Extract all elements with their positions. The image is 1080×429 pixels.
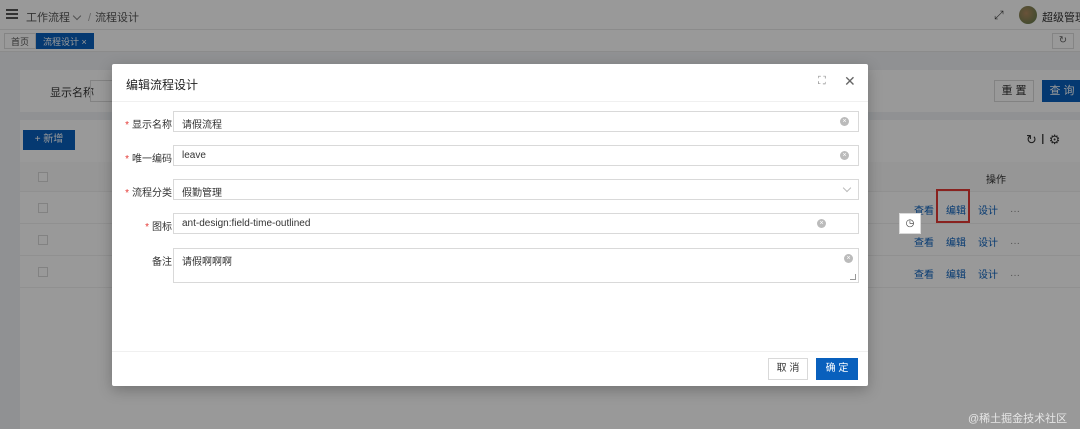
clear-icon[interactable]: × [840,117,849,126]
category-value: 假勤管理 [182,188,222,199]
field-label-category: * 流程分类 [125,188,172,199]
clear-icon[interactable]: × [840,151,849,160]
resize-handle[interactable] [850,274,856,280]
required-mark: * [125,188,129,199]
cancel-button[interactable]: 取 消 [768,358,808,380]
required-mark: * [125,154,129,165]
edit-process-modal: 编辑流程设计 ⛶ ✕ * 显示名称 请假流程 × * 唯一编码 leave × * 流… [112,64,921,386]
category-select[interactable]: 假勤管理 [173,179,859,200]
clear-icon[interactable]: × [817,219,826,228]
code-input[interactable]: leave × [173,145,859,166]
remark-value: 请假啊啊啊 [182,257,232,268]
modal-title: 编辑流程设计 [126,78,199,92]
display-name-input[interactable]: 请假流程 × [173,111,859,132]
watermark: @稀土掘金技术社区 [968,413,1068,425]
modal-footer: 取 消 确 定 [112,351,868,386]
code-value: leave [182,150,206,161]
clear-icon[interactable]: × [844,254,853,263]
maximize-icon[interactable]: ⛶ [818,75,826,88]
confirm-button[interactable]: 确 定 [816,358,858,380]
close-icon[interactable]: ✕ [844,73,856,90]
required-mark: * [145,222,149,233]
field-label-remark: 备注 [152,257,172,268]
required-mark: * [125,120,129,131]
field-label-code: * 唯一编码 [125,154,172,165]
remark-textarea[interactable]: 请假啊啊啊 × [173,248,859,283]
modal-header: 编辑流程设计 ⛶ ✕ [112,64,868,102]
icon-input[interactable]: ant-design:field-time-outlined × ◷ [173,213,921,234]
chevron-down-icon [842,183,852,193]
icon-value: ant-design:field-time-outlined [182,218,311,229]
field-label-display-name: * 显示名称 [125,120,172,131]
field-time-icon[interactable]: ◷ [899,213,921,234]
field-label-icon: * 图标 [145,222,172,233]
display-name-value: 请假流程 [182,120,222,131]
